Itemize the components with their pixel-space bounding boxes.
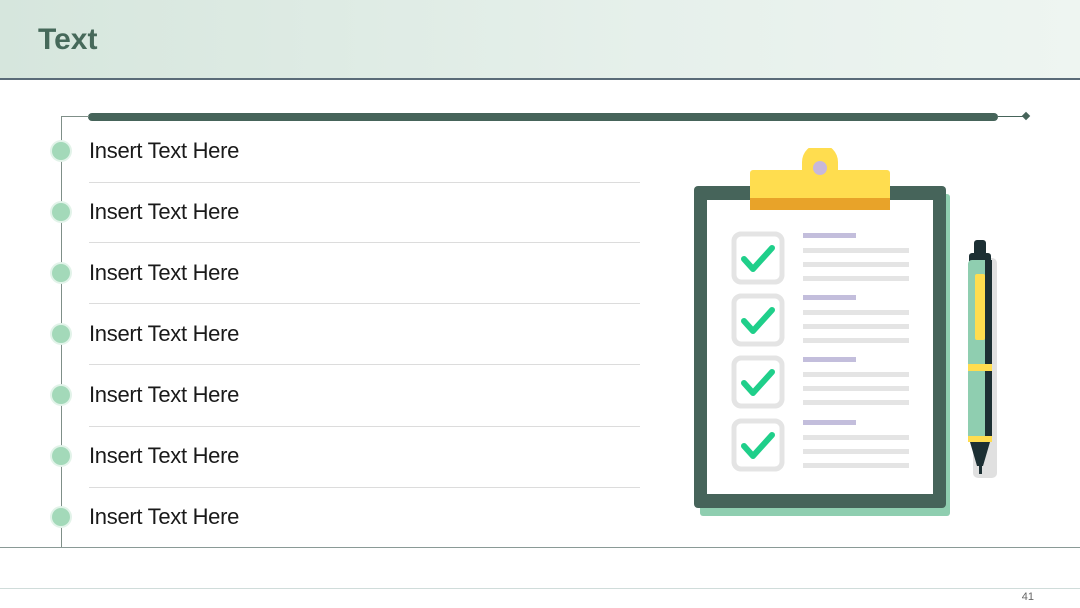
- list-item: Insert Text Here: [50, 193, 640, 233]
- accent-bar: [88, 113, 998, 121]
- accent-diamond: [1021, 111, 1031, 121]
- list-item-text: Insert Text Here: [89, 199, 240, 224]
- bullet-dot: [52, 142, 70, 160]
- pen-icon: [968, 240, 997, 478]
- bullet-dot: [52, 325, 70, 343]
- clipboard-illustration: [690, 144, 1010, 518]
- list-item-text: Insert Text Here: [89, 138, 240, 163]
- list-item: Insert Text Here: [50, 376, 640, 416]
- bottom-rule: [0, 547, 1080, 548]
- list-item-text: Insert Text Here: [89, 321, 240, 346]
- timeline-corner: [61, 116, 89, 117]
- footer-rule: [0, 588, 1080, 589]
- slide-title: Text: [38, 23, 98, 56]
- list-divider: [89, 242, 640, 243]
- list-item: Insert Text Here: [50, 437, 640, 477]
- clipboard-icon: [694, 144, 997, 516]
- page-number: 41: [1021, 591, 1034, 603]
- list-item: Insert Text Here: [50, 315, 640, 355]
- list-item-text: Insert Text Here: [89, 504, 240, 529]
- list-divider: [89, 364, 640, 365]
- list-item: Insert Text Here: [50, 132, 640, 172]
- list-divider: [89, 426, 640, 427]
- list-item-text: Insert Text Here: [89, 382, 240, 407]
- list-item: Insert Text Here: [50, 498, 640, 538]
- slide-header: Text: [0, 0, 1080, 80]
- list-item-text: Insert Text Here: [89, 443, 240, 468]
- bullet-dot: [52, 447, 70, 465]
- list-divider: [89, 303, 640, 304]
- list-divider: [89, 487, 640, 488]
- list-item: Insert Text Here: [50, 254, 640, 294]
- bullet-dot: [52, 203, 70, 221]
- list-item-text: Insert Text Here: [89, 260, 240, 285]
- bullet-dot: [52, 264, 70, 282]
- bullet-dot: [52, 386, 70, 404]
- list-divider: [89, 182, 640, 183]
- bullet-dot: [52, 508, 70, 526]
